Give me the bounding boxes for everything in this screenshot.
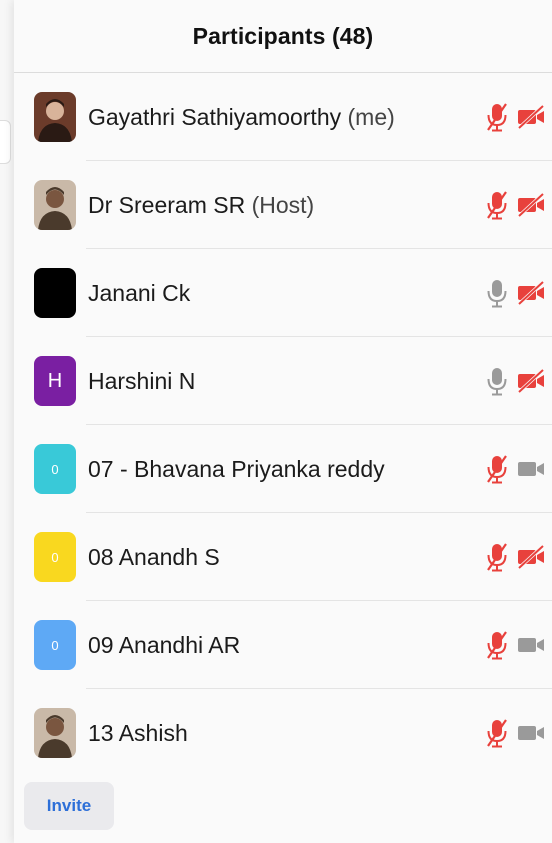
avatar xyxy=(34,268,76,318)
participant-name: Dr Sreeram SR (Host) xyxy=(88,192,314,219)
avatar-letter: 0 xyxy=(51,461,59,477)
participant-name: Harshini N xyxy=(88,368,195,395)
mic-icon xyxy=(486,278,508,308)
avatar: 0 xyxy=(34,620,76,670)
participant-status-icons xyxy=(486,249,546,337)
participant-name-text: Dr Sreeram SR xyxy=(88,191,246,218)
participant-name-text: Harshini N xyxy=(88,367,196,394)
participant-name-text: 08 Anandh S xyxy=(88,543,220,570)
avatar-letter: 0 xyxy=(51,637,59,653)
video-icon xyxy=(516,457,546,481)
participant-status-icons xyxy=(486,689,546,777)
participant-name: 08 Anandh S xyxy=(88,544,220,571)
video-icon xyxy=(516,633,546,657)
avatar: 0 xyxy=(34,532,76,582)
participant-name-text: Gayathri Sathiyamoorthy xyxy=(88,103,342,130)
participant-role: (Host) xyxy=(251,191,315,218)
avatar: 0 xyxy=(34,444,76,494)
participant-row[interactable]: Janani Ck xyxy=(14,249,552,337)
video-off-icon xyxy=(516,193,546,217)
panel-footer: Invite xyxy=(14,767,552,843)
mic-muted-icon xyxy=(486,102,508,132)
mic-muted-icon xyxy=(486,542,508,572)
invite-button[interactable]: Invite xyxy=(24,782,114,830)
mic-muted-icon xyxy=(486,630,508,660)
participant-role: (me) xyxy=(347,103,395,130)
page-title: Participants (48) xyxy=(192,22,374,49)
avatar-letter: 0 xyxy=(51,549,59,565)
avatar-photo xyxy=(34,92,76,142)
participant-row[interactable]: 0 09 Anandhi AR xyxy=(14,601,552,689)
participant-row[interactable]: 0 07 - Bhavana Priyanka reddy xyxy=(14,425,552,513)
participant-status-icons xyxy=(486,425,546,513)
participant-row[interactable]: 13 Ashish xyxy=(14,689,552,777)
participant-status-icons xyxy=(486,513,546,601)
participant-row[interactable]: 0 08 Anandh S xyxy=(14,513,552,601)
mic-muted-icon xyxy=(486,454,508,484)
participant-name-text: 07 - Bhavana Priyanka reddy xyxy=(88,455,385,482)
avatar: H xyxy=(34,356,76,406)
video-off-icon xyxy=(516,545,546,569)
participant-name: 07 - Bhavana Priyanka reddy xyxy=(88,456,385,483)
participant-row[interactable]: Gayathri Sathiyamoorthy (me) xyxy=(14,73,552,161)
participant-name: 13 Ashish xyxy=(88,720,188,747)
participant-status-icons xyxy=(486,601,546,689)
participant-name-text: Janani Ck xyxy=(88,279,191,306)
participants-panel: Participants (48) Gayathri Sathiyamoorth… xyxy=(14,0,552,843)
participant-name: Gayathri Sathiyamoorthy (me) xyxy=(88,104,395,131)
avatar-letter: H xyxy=(47,369,63,392)
participant-status-icons xyxy=(486,73,546,161)
video-off-icon xyxy=(516,369,546,393)
participant-status-icons xyxy=(486,337,546,425)
panel-header: Participants (48) xyxy=(14,0,552,73)
background-tab xyxy=(0,120,11,164)
participant-name: 09 Anandhi AR xyxy=(88,632,240,659)
participant-list[interactable]: Gayathri Sathiyamoorthy (me) Dr Sreeram S… xyxy=(14,73,552,777)
participant-name: Janani Ck xyxy=(88,280,190,307)
video-off-icon xyxy=(516,105,546,129)
video-off-icon xyxy=(516,281,546,305)
mic-muted-icon xyxy=(486,190,508,220)
avatar-photo xyxy=(34,708,76,758)
participant-row[interactable]: H Harshini N xyxy=(14,337,552,425)
avatar-photo xyxy=(34,180,76,230)
mic-muted-icon xyxy=(486,718,508,748)
participant-status-icons xyxy=(486,161,546,249)
participant-name-text: 13 Ashish xyxy=(88,719,188,746)
mic-icon xyxy=(486,366,508,396)
video-icon xyxy=(516,721,546,745)
participant-name-text: 09 Anandhi AR xyxy=(88,631,241,658)
participant-row[interactable]: Dr Sreeram SR (Host) xyxy=(14,161,552,249)
